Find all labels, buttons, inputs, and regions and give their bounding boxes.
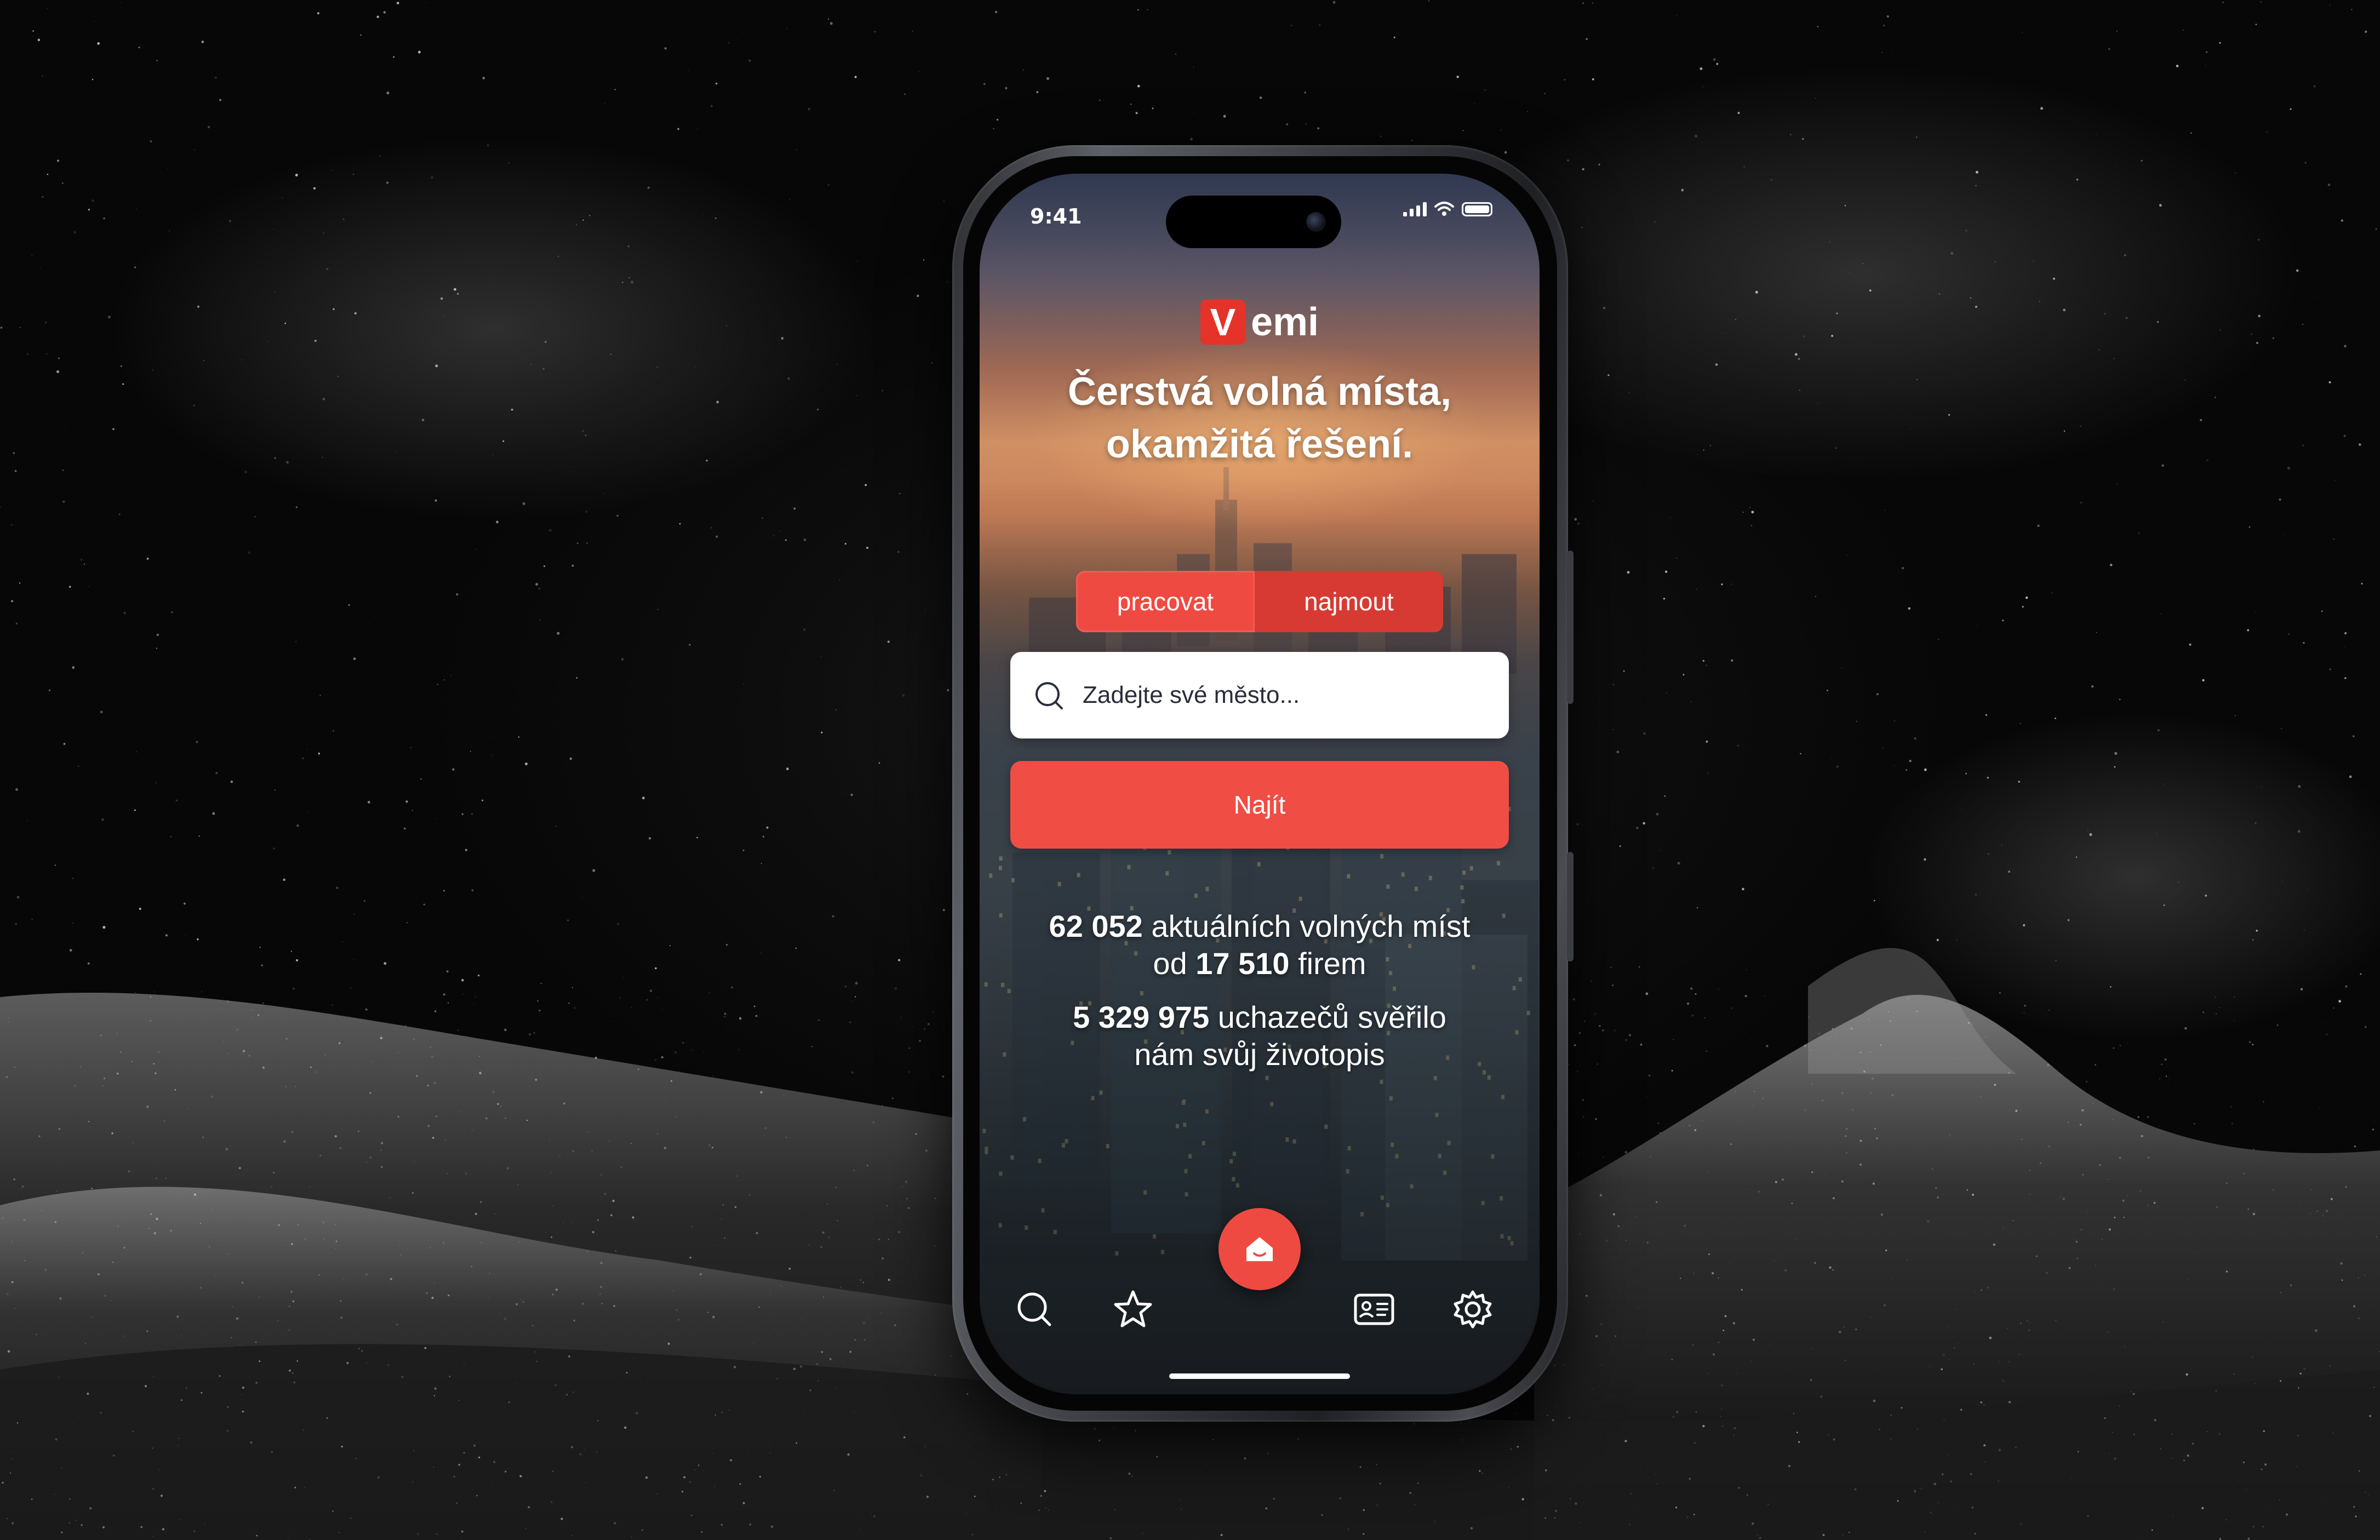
tab-najmout[interactable]: najmout	[1255, 571, 1443, 632]
status-bar: 9:41	[980, 174, 1540, 248]
logo-text: emi	[1250, 300, 1319, 344]
star-icon[interactable]	[1111, 1287, 1155, 1331]
id-card-icon[interactable]	[1352, 1287, 1396, 1331]
headline-line-1: Čerstvá volná místa,	[1067, 370, 1452, 414]
headline: Čerstvá volná místa, okamžitá řešení.	[1002, 365, 1518, 471]
app-logo: V emi	[980, 300, 1540, 345]
jobs-text: aktuálních volných míst	[1151, 909, 1471, 943]
firms-count: 17 510	[1195, 946, 1290, 981]
mode-toggle: pracovat najmout	[980, 571, 1540, 632]
search-icon	[1035, 682, 1063, 709]
stats-block: 62 052 aktuálních volných míst od 17 510…	[991, 908, 1529, 1090]
home-indicator[interactable]	[1169, 1373, 1350, 1379]
phone-bezel: 9:41 V emi Čerstvá volná místa, okamžitá…	[963, 156, 1557, 1411]
applicants-count: 5 329 975	[1073, 1000, 1210, 1034]
city-search-input[interactable]	[1082, 681, 1412, 709]
find-button[interactable]: Najít	[1010, 761, 1509, 849]
home-tab-button[interactable]	[1218, 1208, 1301, 1290]
side-button	[1567, 551, 1574, 704]
bottom-tab-bar	[980, 1208, 1540, 1394]
status-time: 9:41	[1030, 204, 1082, 228]
gear-icon[interactable]	[1451, 1287, 1495, 1331]
jobs-count: 62 052	[1049, 909, 1143, 943]
city-search-box[interactable]	[1010, 652, 1509, 738]
app-screen: 9:41 V emi Čerstvá volná místa, okamžitá…	[980, 174, 1540, 1394]
headline-line-2: okamžitá řešení.	[1106, 422, 1414, 466]
firms-prefix: od	[1153, 946, 1187, 981]
tab-pracovat[interactable]: pracovat	[1076, 571, 1255, 632]
phone-device: 9:41 V emi Čerstvá volná místa, okamžitá…	[952, 145, 1574, 1422]
home-icon	[1246, 1237, 1273, 1261]
signal-icon	[1403, 202, 1427, 216]
wifi-icon	[1434, 202, 1454, 216]
front-camera	[1306, 212, 1326, 232]
logo-mark: V	[1200, 300, 1245, 345]
jobs-stat: 62 052 aktuálních volných míst od 17 510…	[991, 908, 1529, 982]
applicants-text: uchazečů svěřilo	[1217, 1000, 1446, 1034]
applicants-text-2: nám svůj životopis	[1134, 1037, 1385, 1072]
dynamic-island	[1166, 196, 1341, 248]
volume-button	[1567, 852, 1574, 961]
search-icon[interactable]	[1012, 1287, 1056, 1331]
background-scene: 9:41 V emi Čerstvá volná místa, okamžitá…	[0, 0, 2380, 1540]
status-icons	[1403, 201, 1492, 216]
firms-text: firem	[1298, 946, 1366, 981]
applicants-stat: 5 329 975 uchazečů svěřilo nám svůj živo…	[991, 999, 1529, 1073]
battery-icon	[1462, 202, 1492, 216]
